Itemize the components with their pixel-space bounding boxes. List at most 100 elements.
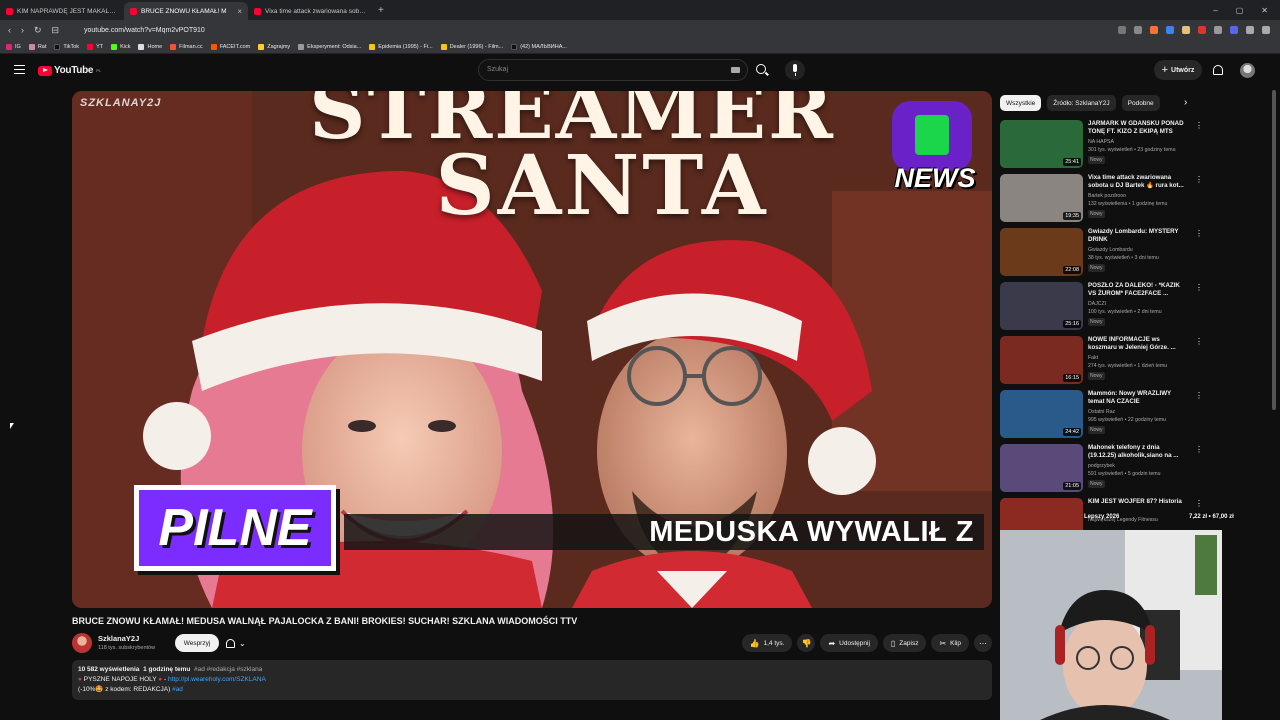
more-actions-button[interactable]: ⋯: [974, 634, 992, 652]
recommendation-title[interactable]: POSZŁO ZA DALEKO! - *KAZIK VS ŻUROM* FAC…: [1088, 282, 1188, 298]
bookmark[interactable]: Zagrajmy: [258, 43, 290, 50]
more-vertical-icon[interactable]: ⋮: [1195, 445, 1203, 454]
extension-icon[interactable]: [1214, 26, 1222, 34]
chip-similar[interactable]: Podobne: [1121, 95, 1160, 111]
recommendation-thumbnail[interactable]: 25:16: [1000, 282, 1083, 330]
like-button[interactable]: 👍 1,4 tys.: [741, 634, 793, 652]
more-vertical-icon[interactable]: ⋮: [1195, 175, 1203, 184]
url-field[interactable]: youtube.com/watch?v=Mqm2vPOT910: [84, 27, 205, 34]
account-avatar[interactable]: [1240, 63, 1255, 78]
video-description[interactable]: 10 582 wyświetlenia 1 godzinę temu #ad #…: [72, 660, 992, 700]
recommendation-thumbnail[interactable]: 16:15: [1000, 336, 1083, 384]
minimize-icon[interactable]: –: [1213, 6, 1217, 15]
notification-settings-button[interactable]: ⌄: [226, 634, 256, 652]
recommendation-item[interactable]: 22:08 Gwiazdy Lombardu: MYSTERY DRINK Gwia…: [1000, 228, 1203, 278]
recommendation-title[interactable]: Mammón: Nowy WRAŻLIWY temat NA CZACIE: [1088, 390, 1188, 406]
hamburger-menu-icon[interactable]: [14, 65, 25, 74]
voice-search-button[interactable]: [785, 60, 805, 80]
bookmark[interactable]: YT: [87, 43, 103, 50]
search-button[interactable]: [750, 59, 774, 81]
share-icon[interactable]: [1134, 26, 1142, 34]
create-button[interactable]: + Utwórz: [1154, 60, 1202, 80]
extension-icon[interactable]: [1182, 26, 1190, 34]
browser-tab-active[interactable]: BRUCE ZNOWU KŁAMAŁ! M ×: [124, 2, 248, 20]
recommendation-item[interactable]: 24:42 Mammón: Nowy WRAŻLIWY temat NA CZAC…: [1000, 390, 1203, 440]
recommendation-channel[interactable]: NA HAPSA: [1088, 139, 1188, 145]
keyboard-icon[interactable]: [731, 67, 740, 73]
bookmark[interactable]: FACEIT.com: [210, 43, 250, 50]
support-button[interactable]: Wesprzyj: [175, 634, 219, 652]
recommendation-title[interactable]: KIM JEST WOJFER 87? Historia: [1088, 498, 1188, 506]
recommendation-item[interactable]: 25:16 POSZŁO ZA DALEKO! - *KAZIK VS ŻUROM…: [1000, 282, 1203, 332]
menu-icon[interactable]: [1262, 26, 1270, 34]
download-icon[interactable]: [1246, 26, 1254, 34]
more-vertical-icon[interactable]: ⋮: [1195, 229, 1203, 238]
share-button[interactable]: ➦ Udostępnij: [820, 634, 878, 652]
recommendation-title[interactable]: JARMARK W GDAŃSKU PONAD TONĘ FT. KIZO Z …: [1088, 120, 1188, 136]
hashtags[interactable]: #ad #redakcja #szklana: [194, 666, 262, 673]
extension-icon[interactable]: [1166, 26, 1174, 34]
recommendation-item[interactable]: 16:15 NOWE INFORMACJE ws koszmaru w Jelen…: [1000, 336, 1203, 386]
extension-icon[interactable]: [1118, 26, 1126, 34]
browser-tab[interactable]: KIM NAPRAWDĘ JEST MAKALJER? W: [0, 2, 124, 20]
bookmark[interactable]: Eksperyment: Odsia...: [298, 43, 361, 50]
recommendation-channel[interactable]: podgrzybek: [1088, 463, 1188, 469]
hashtag-link[interactable]: #ad: [172, 686, 183, 693]
back-icon[interactable]: ‹: [8, 25, 11, 36]
channel-name[interactable]: SzklanaY2J: [98, 634, 139, 643]
search-input[interactable]: Szukaj: [478, 59, 748, 81]
recommendation-item[interactable]: 21:05 Mahonek telefony z dnia (19.12.25) …: [1000, 444, 1203, 494]
close-tab-icon[interactable]: ×: [237, 7, 242, 16]
channel-avatar[interactable]: [72, 633, 92, 653]
save-button[interactable]: ▯ Zapisz: [882, 634, 927, 652]
new-tab-icon[interactable]: +: [378, 5, 384, 16]
bookmark[interactable]: Kick: [111, 43, 130, 50]
description-link[interactable]: http://pl.weareholy.com/SZKLANA: [168, 676, 266, 683]
more-vertical-icon[interactable]: ⋮: [1195, 337, 1203, 346]
recommendation-channel[interactable]: Ostatni Raz: [1088, 409, 1188, 415]
more-vertical-icon[interactable]: ⋮: [1195, 391, 1203, 400]
more-vertical-icon[interactable]: ⋮: [1195, 121, 1203, 130]
recommendation-item[interactable]: 19:35 Vixa time attack zwariowana sobota …: [1000, 174, 1203, 224]
recommendation-thumbnail[interactable]: 22:08: [1000, 228, 1083, 276]
clip-button[interactable]: ✂ Klip: [931, 634, 969, 652]
extension-icon[interactable]: [1230, 26, 1238, 34]
chip-source[interactable]: Źródło: SzklanaY2J: [1047, 95, 1116, 111]
browser-tab[interactable]: Vixa time attack zwariowana sobota: [248, 2, 372, 20]
brave-shield-icon[interactable]: [1150, 26, 1158, 34]
bookmark[interactable]: Dealer (1996) - Film...: [440, 43, 503, 50]
video-player[interactable]: SZKLANAY2J STREAMER SANTA NEWS PILNE MED…: [72, 91, 992, 608]
notifications-bell-icon[interactable]: [1213, 65, 1223, 75]
more-vertical-icon[interactable]: ⋮: [1195, 283, 1203, 292]
bookmark[interactable]: Filman.cc: [170, 43, 203, 50]
recommendation-title[interactable]: Mahonek telefony z dnia (19.12.25) alkoh…: [1088, 444, 1188, 460]
bookmark[interactable]: Home: [138, 43, 162, 50]
chevron-right-icon[interactable]: ›: [1184, 97, 1187, 108]
recommendation-channel[interactable]: Gwiazdy Lombardu: [1088, 247, 1188, 253]
site-info-icon[interactable]: ⊟: [52, 25, 60, 36]
bookmark[interactable]: TikTok: [54, 43, 79, 50]
forward-icon[interactable]: ›: [21, 25, 24, 36]
recommendation-thumbnail[interactable]: 25:41: [1000, 120, 1083, 168]
recommendation-item[interactable]: 25:41 JARMARK W GDAŃSKU PONAD TONĘ FT. KI…: [1000, 120, 1203, 170]
bookmark[interactable]: (42) МАЛЬВИНА...: [511, 43, 567, 50]
extension-icon[interactable]: [1198, 26, 1206, 34]
close-window-icon[interactable]: ✕: [1261, 6, 1268, 15]
recommendation-title[interactable]: NOWE INFORMACJE ws koszmaru w Jeleniej G…: [1088, 336, 1188, 352]
recommendation-title[interactable]: Vixa time attack zwariowana sobota u DJ …: [1088, 174, 1188, 190]
scrollbar[interactable]: [1272, 90, 1276, 410]
recommendation-thumbnail[interactable]: 24:42: [1000, 390, 1083, 438]
chip-all[interactable]: Wszystkie: [1000, 95, 1042, 111]
recommendation-thumbnail[interactable]: 19:35: [1000, 174, 1083, 222]
recommendation-channel[interactable]: Fakt: [1088, 355, 1188, 361]
youtube-logo[interactable]: YouTube PL: [38, 65, 101, 76]
recommendation-channel[interactable]: Bartek pozdrooo: [1088, 193, 1188, 199]
maximize-icon[interactable]: ▢: [1236, 6, 1244, 15]
bookmark[interactable]: Epidemia (1995) - Fi...: [369, 43, 433, 50]
more-vertical-icon[interactable]: ⋮: [1195, 499, 1203, 508]
bookmark[interactable]: IG: [6, 43, 21, 50]
bookmark[interactable]: Rat: [28, 43, 46, 50]
recommendation-thumbnail[interactable]: 21:05: [1000, 444, 1083, 492]
recommendation-title[interactable]: Gwiazdy Lombardu: MYSTERY DRINK: [1088, 228, 1188, 244]
recommendation-channel[interactable]: DAJCZI: [1088, 301, 1188, 307]
